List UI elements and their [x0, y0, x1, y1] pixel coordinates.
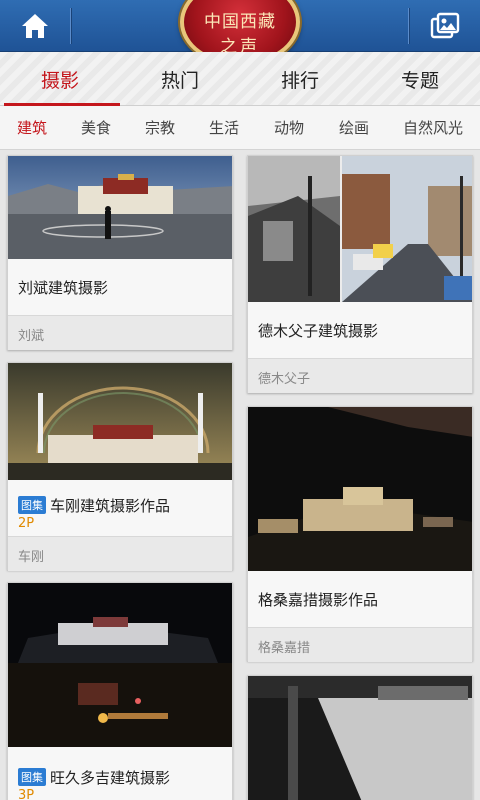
album-type-badge: 图集 [18, 768, 46, 786]
album-title: 车刚建筑摄影作品 [50, 497, 171, 515]
album-author: 车刚 [18, 550, 45, 565]
album-title-row: 图集 旺久多吉建筑摄影 [18, 767, 170, 788]
album-title-area: 德木父子建筑摄影 [248, 302, 472, 358]
category-tab-bar: 建筑 美食 宗教 生活 动物 绘画 自然风光 [0, 106, 480, 150]
album-photo [8, 156, 232, 259]
album-card[interactable]: 格桑嘉措摄影作品 格桑嘉措 [247, 406, 473, 662]
divider [70, 8, 71, 44]
category-painting[interactable]: 绘画 [322, 117, 386, 138]
album-card[interactable]: 图集 旺久多吉建筑摄影 3P [7, 582, 233, 800]
album-title: 格桑嘉措摄影作品 [258, 591, 379, 609]
album-author: 格桑嘉措 [258, 641, 311, 656]
category-food[interactable]: 美食 [64, 117, 128, 138]
album-card[interactable]: 刘斌建筑摄影 刘斌 [7, 155, 233, 350]
album-photo [248, 676, 472, 800]
album-author: 德木父子 [258, 372, 311, 387]
gallery-button[interactable] [410, 0, 480, 52]
album-author-strip: 德木父子 [248, 358, 472, 393]
top-bar: 中国西藏 之声 [0, 0, 480, 66]
album-title-area: 格桑嘉措摄影作品 [248, 571, 472, 627]
album-type-badge: 图集 [18, 496, 46, 514]
album-author-strip: 车刚 [8, 536, 232, 571]
tab-photography[interactable]: 摄影 [0, 52, 120, 106]
album-author-strip: 刘斌 [8, 315, 232, 350]
photo-grid: 刘斌建筑摄影 刘斌 德木父子建筑摄影 德木父子 图集 车刚建筑摄影作品 2P 车… [0, 150, 480, 800]
album-author-strip: 格桑嘉措 [248, 627, 472, 662]
album-author: 刘斌 [18, 329, 45, 344]
divider [408, 8, 409, 44]
album-title: 德木父子建筑摄影 [258, 322, 379, 340]
album-photo [8, 363, 232, 480]
album-card[interactable] [247, 675, 473, 800]
album-photo [8, 583, 232, 747]
category-animals[interactable]: 动物 [256, 117, 322, 138]
logo-text-line1: 中国西藏 [204, 12, 276, 32]
category-nature[interactable]: 自然风光 [386, 117, 480, 138]
category-life[interactable]: 生活 [192, 117, 256, 138]
album-title: 刘斌建筑摄影 [18, 279, 109, 297]
album-title-area: 图集 旺久多吉建筑摄影 3P [8, 747, 232, 800]
tab-ranking[interactable]: 排行 [240, 52, 360, 106]
tab-topics[interactable]: 专题 [360, 52, 480, 106]
album-title-area: 图集 车刚建筑摄影作品 2P [8, 480, 232, 536]
album-card[interactable]: 德木父子建筑摄影 德木父子 [247, 155, 473, 393]
main-tab-bar: 摄影 热门 排行 专题 [0, 52, 480, 106]
gallery-icon [430, 12, 460, 39]
home-icon [22, 14, 48, 38]
album-photo [248, 407, 472, 571]
category-architecture[interactable]: 建筑 [0, 117, 64, 138]
category-religion[interactable]: 宗教 [128, 117, 192, 138]
album-photo [248, 156, 472, 302]
album-card[interactable]: 图集 车刚建筑摄影作品 2P 车刚 [7, 362, 233, 571]
album-page-count: 2P [18, 516, 35, 531]
app-screen: 中国西藏 之声 摄影 热门 排行 专题 建筑 美食 宗教 生活 动物 绘画 自然… [0, 0, 480, 800]
album-title: 旺久多吉建筑摄影 [50, 769, 171, 787]
tab-hot[interactable]: 热门 [120, 52, 240, 106]
home-button[interactable] [0, 0, 70, 52]
album-title-row: 图集 车刚建筑摄影作品 [18, 495, 170, 516]
album-title-area: 刘斌建筑摄影 [8, 259, 232, 315]
album-page-count: 3P [18, 788, 35, 800]
